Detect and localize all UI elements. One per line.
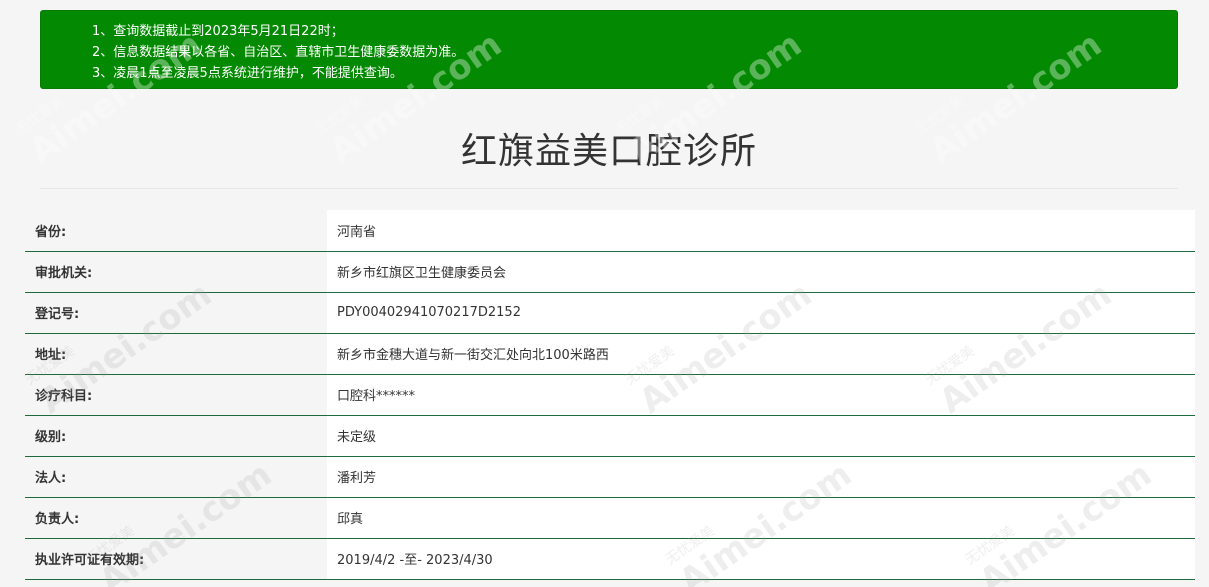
field-value: 邱真 <box>327 497 1195 538</box>
institution-info-table: 省份: 河南省 审批机关: 新乡市红旗区卫生健康委员会 登记号: PDY0040… <box>25 210 1195 580</box>
field-label: 诊疗科目: <box>25 374 327 415</box>
field-label: 地址: <box>25 333 327 374</box>
field-value: 河南省 <box>327 210 1195 251</box>
table-row-person-in-charge: 负责人: 邱真 <box>25 497 1195 538</box>
notice-list: 1、查询数据截止到2023年5月21日22时； 2、信息数据结果以各省、自治区、… <box>92 21 1177 84</box>
field-label: 审批机关: <box>25 251 327 292</box>
field-label: 级别: <box>25 415 327 456</box>
table-row-registration-number: 登记号: PDY00402941070217D2152 <box>25 292 1195 333</box>
field-value: 潘利芳 <box>327 456 1195 497</box>
table-row-approval-authority: 审批机关: 新乡市红旗区卫生健康委员会 <box>25 251 1195 292</box>
query-result-page: 1、查询数据截止到2023年5月21日22时； 2、信息数据结果以各省、自治区、… <box>0 0 1209 587</box>
table-row-address: 地址: 新乡市金穗大道与新一街交汇处向北100米路西 <box>25 333 1195 374</box>
table-row-legal-person: 法人: 潘利芳 <box>25 456 1195 497</box>
field-label: 负责人: <box>25 497 327 538</box>
table-row-license-validity: 执业许可证有效期: 2019/4/2 -至- 2023/4/30 <box>25 538 1195 579</box>
field-value: 新乡市金穗大道与新一街交汇处向北100米路西 <box>327 333 1195 374</box>
field-label: 登记号: <box>25 292 327 333</box>
field-label: 法人: <box>25 456 327 497</box>
field-label: 省份: <box>25 210 327 251</box>
field-value: 口腔科****** <box>327 374 1195 415</box>
title-divider <box>40 188 1178 189</box>
notice-item: 1、查询数据截止到2023年5月21日22时； <box>92 24 344 39</box>
field-value: PDY00402941070217D2152 <box>327 292 1195 333</box>
field-value: 2019/4/2 -至- 2023/4/30 <box>327 538 1195 579</box>
field-value: 未定级 <box>327 415 1195 456</box>
field-label: 执业许可证有效期: <box>25 538 327 579</box>
notice-item: 2、信息数据结果以各省、自治区、直辖市卫生健康委数据为准。 <box>92 45 465 60</box>
field-value: 新乡市红旗区卫生健康委员会 <box>327 251 1195 292</box>
table-row-level: 级别: 未定级 <box>25 415 1195 456</box>
table-row-departments: 诊疗科目: 口腔科****** <box>25 374 1195 415</box>
notice-banner: 1、查询数据截止到2023年5月21日22时； 2、信息数据结果以各省、自治区、… <box>40 10 1178 89</box>
table-row-province: 省份: 河南省 <box>25 210 1195 251</box>
page-title: 红旗益美口腔诊所 <box>460 131 757 172</box>
notice-item: 3、凌晨1点至凌晨5点系统进行维护，不能提供查询。 <box>92 66 403 81</box>
